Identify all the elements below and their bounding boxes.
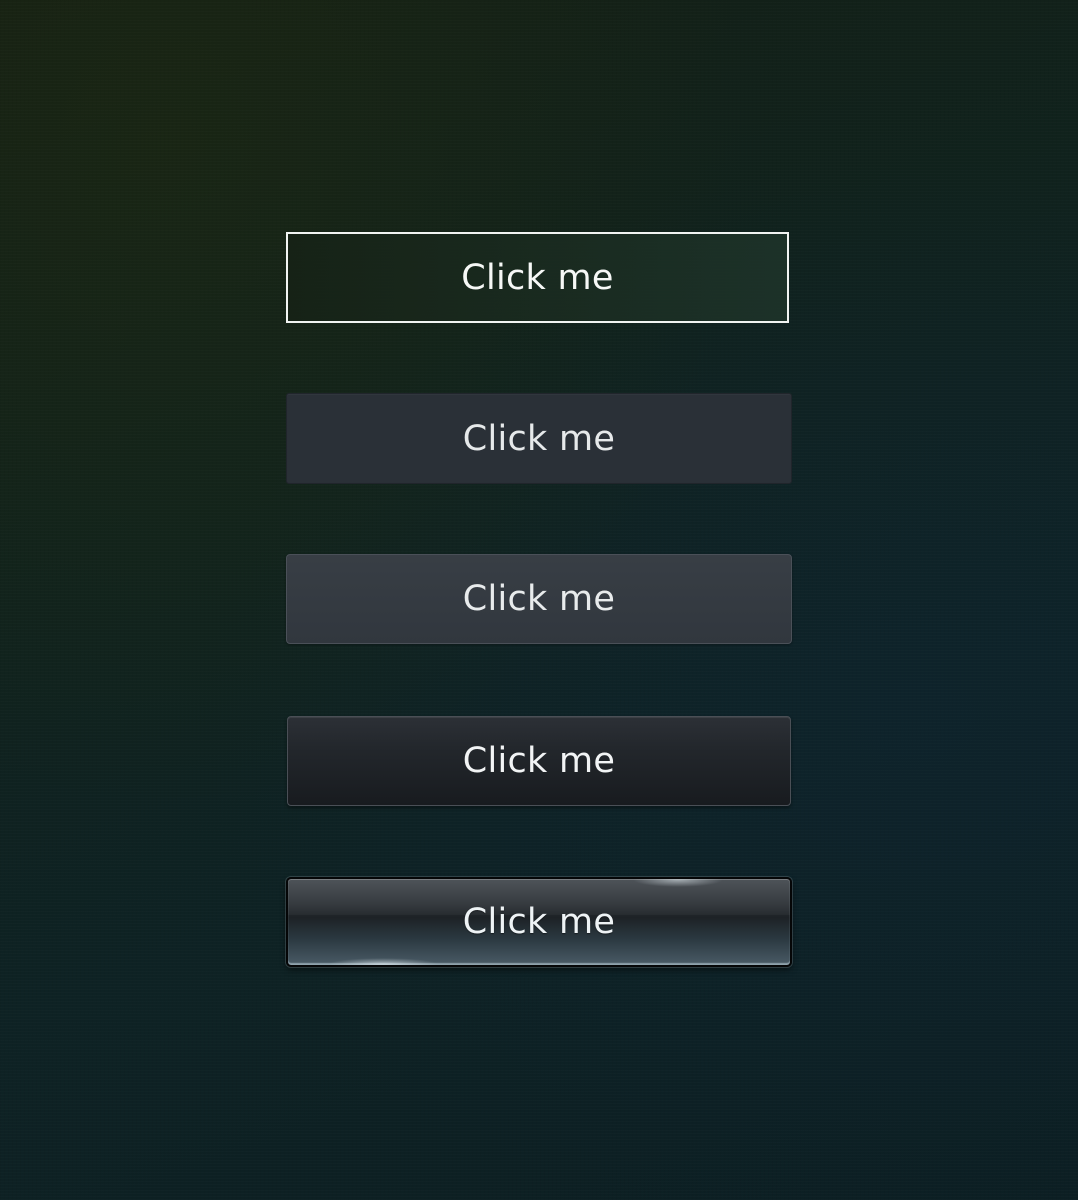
button-label: Click me <box>461 257 614 298</box>
button-label: Click me <box>462 902 616 942</box>
flat-soft-button[interactable]: Click me <box>286 554 792 644</box>
glossy-glass-button[interactable]: Click me <box>286 877 792 967</box>
bottom-shine <box>328 958 438 965</box>
dark-gradient-button[interactable]: Click me <box>287 716 791 806</box>
button-label: Click me <box>462 418 616 459</box>
button-label: Click me <box>462 741 616 781</box>
flat-dark-button[interactable]: Click me <box>286 393 792 484</box>
outline-button[interactable]: Click me <box>286 232 789 323</box>
button-label: Click me <box>462 579 616 619</box>
top-shine <box>633 879 723 887</box>
